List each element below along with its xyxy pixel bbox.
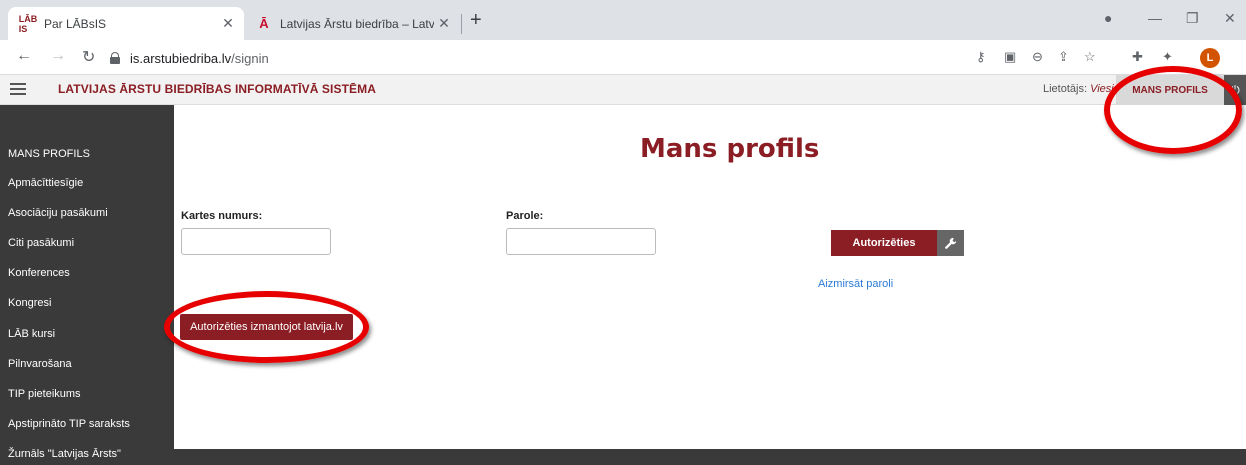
- sidebar-item-journal[interactable]: Žurnāls "Latvijas Ārsts": [8, 448, 121, 460]
- lock-icon: [108, 51, 122, 65]
- browser-toolbar: ← → ↻ is.arstubiedriba.lv/signin ⚷ ▣ ⊖ ⇪…: [0, 40, 1246, 75]
- annotation-oval-profile-button: [1104, 66, 1242, 154]
- wrench-icon: [945, 237, 957, 249]
- lab-favicon-icon: LĀB IS: [18, 13, 38, 34]
- forgot-password-link[interactable]: Aizmirsāt paroli: [818, 278, 893, 290]
- card-number-input[interactable]: [181, 228, 331, 255]
- new-tab-icon[interactable]: +: [470, 9, 482, 32]
- close-window-icon[interactable]: ✕: [1224, 10, 1236, 27]
- sidebar-item-association-events[interactable]: Asociāciju pasākumi: [8, 207, 108, 219]
- annotation-oval-latvija-button: [164, 291, 369, 363]
- minimize-icon[interactable]: —: [1148, 10, 1162, 26]
- profile-avatar[interactable]: L: [1200, 48, 1220, 68]
- address-bar[interactable]: is.arstubiedriba.lv/signin: [108, 45, 968, 71]
- app-header: LATVIJAS ĀRSTU BIEDRĪBAS INFORMATĪVĀ SIS…: [0, 75, 1246, 105]
- browser-tab-inactive[interactable]: Ā Latvijas Ārstu biedrība – Latvijas / ✕: [244, 7, 460, 40]
- translate-icon[interactable]: ▣: [1004, 49, 1016, 65]
- sidebar-item-conferences[interactable]: Konferences: [8, 267, 70, 279]
- back-icon[interactable]: ←: [16, 47, 32, 65]
- sidebar-item-tip-application[interactable]: TIP pieteikums: [8, 388, 81, 400]
- bookmark-star-icon[interactable]: ☆: [1084, 49, 1096, 65]
- password-label: Parole:: [506, 210, 544, 222]
- sidebar-item-congresses[interactable]: Kongresi: [8, 297, 51, 309]
- sidebar-item-trainees[interactable]: Apmācīttiesīgie: [8, 177, 83, 189]
- close-tab-icon[interactable]: ✕: [218, 15, 238, 32]
- tab-title: Latvijas Ārstu biedrība – Latvijas /: [280, 16, 434, 31]
- browser-tab-active[interactable]: LĀB IS Par LĀBsIS ✕: [8, 7, 244, 40]
- url-path: /signin: [231, 50, 269, 66]
- sidebar: MANS PROFILS Apmācīttiesīgie Asociāciju …: [0, 105, 174, 465]
- sidebar-item-other-events[interactable]: Citi pasākumi: [8, 237, 74, 249]
- forward-icon[interactable]: →: [50, 47, 66, 65]
- close-tab-icon[interactable]: ✕: [434, 15, 454, 32]
- puzzle-icon[interactable]: ✦: [1162, 49, 1173, 65]
- tab-divider: [461, 14, 462, 34]
- sidebar-item-authorization[interactable]: Pilnvarošana: [8, 358, 72, 370]
- user-prefix: Lietotājs:: [1043, 83, 1091, 95]
- app-title: LATVIJAS ĀRSTU BIEDRĪBAS INFORMATĪVĀ SIS…: [58, 82, 376, 96]
- reload-icon[interactable]: ↻: [82, 47, 95, 67]
- sidebar-item-lab-courses[interactable]: LĀB kursi: [8, 328, 55, 340]
- current-user-label: Lietotājs: Viesi: [1043, 83, 1114, 95]
- zoom-icon[interactable]: ⊖: [1032, 49, 1043, 65]
- authorize-button[interactable]: Autorizēties: [831, 230, 937, 256]
- restore-icon[interactable]: ❐: [1186, 10, 1199, 27]
- tab-title: Par LĀBsIS: [44, 16, 107, 31]
- hamburger-menu-icon[interactable]: [10, 83, 26, 95]
- key-icon[interactable]: ⚷: [976, 49, 986, 65]
- share-icon[interactable]: ⇪: [1058, 49, 1069, 65]
- arstubiedriba-favicon-icon: Ā: [259, 16, 269, 31]
- sidebar-item-approved-tip-list[interactable]: Apstiprināto TIP saraksts: [8, 418, 130, 430]
- url-host: is.arstubiedriba.lv: [130, 50, 232, 66]
- extension-icon[interactable]: ✚: [1132, 49, 1143, 65]
- authorize-key-button[interactable]: [937, 230, 964, 256]
- footer-bar: [174, 449, 1246, 465]
- browser-menu-dot-icon[interactable]: ●: [1104, 10, 1112, 26]
- password-input[interactable]: [506, 228, 656, 255]
- browser-tab-strip: LĀB IS Par LĀBsIS ✕ Ā Latvijas Ārstu bie…: [0, 0, 1246, 40]
- page-title: Mans profils: [640, 134, 820, 164]
- card-number-label: Kartes numurs:: [181, 210, 263, 222]
- sidebar-item-my-profile[interactable]: MANS PROFILS: [8, 148, 90, 160]
